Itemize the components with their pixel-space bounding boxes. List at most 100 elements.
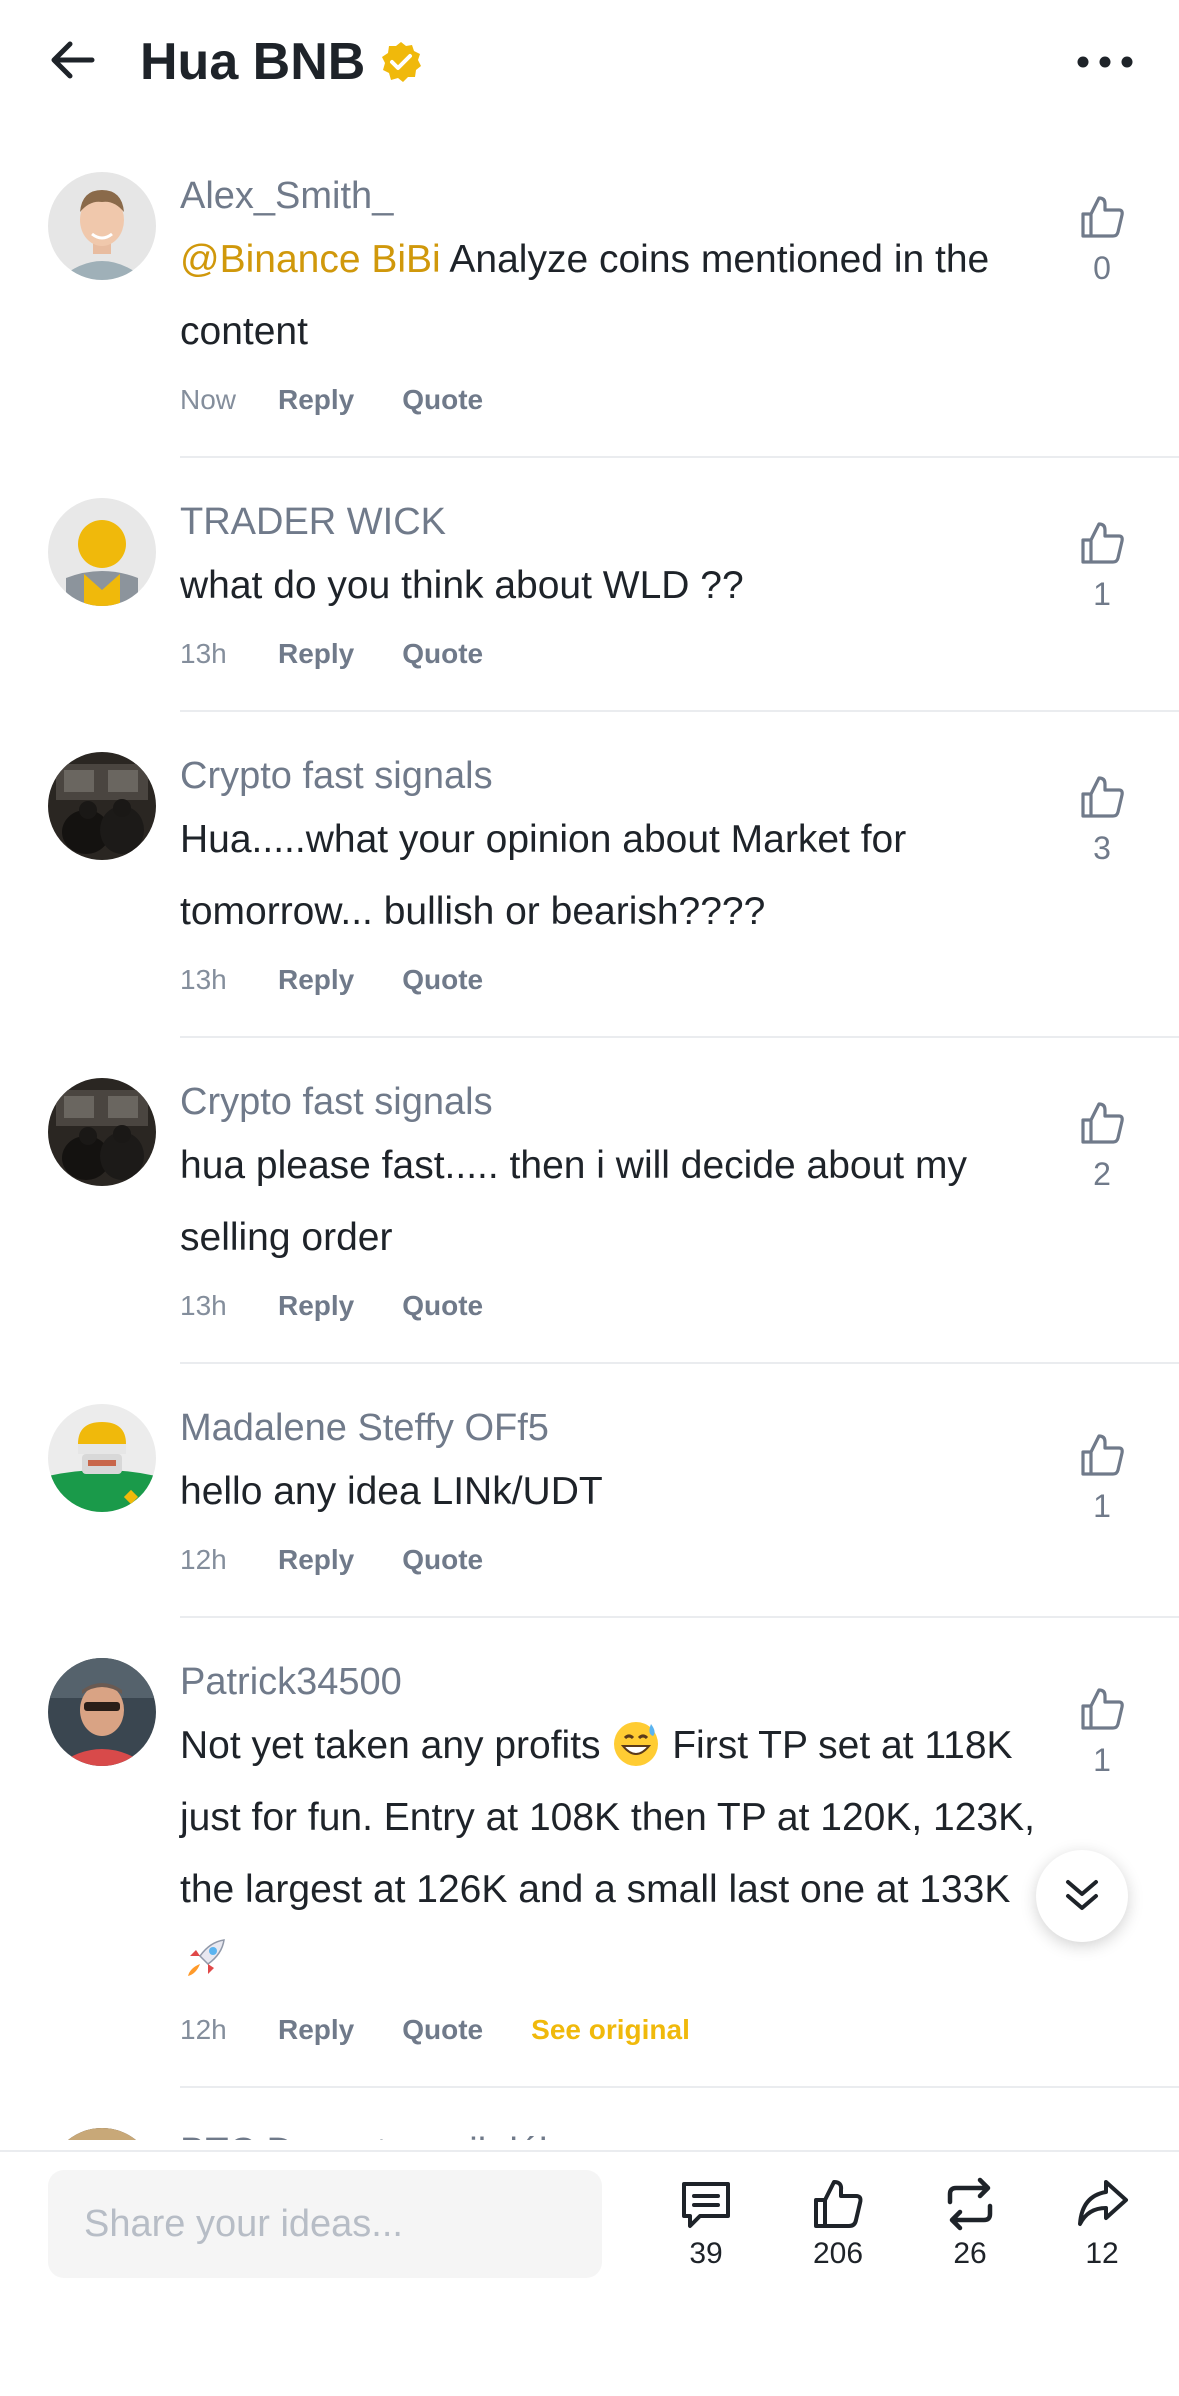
comment-text: @Binance BiBi Analyze coins mentioned in… (180, 224, 1060, 368)
share-button[interactable]: 12 (1052, 2176, 1152, 2272)
likes-count: 206 (812, 2237, 864, 2270)
repost-icon (947, 2177, 993, 2231)
comment-meta: 13h Reply Quote (180, 1278, 1060, 1334)
comment-meta: 13h Reply Quote (180, 952, 1060, 1008)
see-original-link[interactable]: See original (531, 2014, 690, 2046)
comment-body: TRADER WICK what do you think about WLD … (180, 458, 1060, 682)
comment-text: Not yet taken any profits First TP set a… (180, 1710, 1060, 1998)
avatar[interactable] (48, 1078, 156, 1186)
comment-like-count: 1 (1093, 576, 1111, 612)
comments-count: 39 (689, 2237, 723, 2270)
comment-item: Crypto fast signals Hua.....what your op… (0, 712, 1179, 1038)
comment-username[interactable]: Patrick34500 (180, 1646, 1060, 1706)
thumbs-up-icon (814, 2180, 863, 2228)
comments-button[interactable]: 39 (656, 2176, 756, 2272)
comment-text: hello any idea LINk/UDT (180, 1470, 603, 1513)
comment-like-button[interactable]: 3 (1060, 772, 1144, 868)
repost-button[interactable]: 26 (920, 2176, 1020, 2272)
comment-like-button[interactable]: 0 (1060, 192, 1144, 288)
comment-meta: 12h Reply Quote See original (180, 2002, 1060, 2058)
comment-like-count: 0 (1093, 250, 1111, 286)
comment-username[interactable]: TRADER WICK (180, 486, 1060, 546)
comment-text-content: Not yet taken any profits (180, 1724, 612, 1767)
comment-like-button[interactable]: 1 (1060, 1430, 1144, 1526)
back-button[interactable] (44, 30, 104, 90)
comment-body: BTC Duzentos mil dólar (180, 2088, 1060, 2140)
avatar[interactable] (48, 2128, 156, 2140)
comment-body: Patrick34500 Not yet taken any profits F… (180, 1618, 1060, 2058)
avatar[interactable] (48, 1404, 156, 1512)
comment-like-count: 2 (1093, 1156, 1111, 1192)
verified-badge-icon (382, 42, 421, 82)
comment-like-count: 3 (1093, 830, 1111, 866)
comment-item: Madalene Steffy OFf5 hello any idea LINk… (0, 1364, 1179, 1618)
scroll-to-bottom-button[interactable] (1036, 1850, 1128, 1942)
comment-item: Patrick34500 Not yet taken any profits F… (0, 1618, 1179, 2088)
comment-like-count: 1 (1093, 1742, 1111, 1778)
comment-time: 13h (180, 964, 227, 995)
comment-username[interactable]: BTC Duzentos mil dólar (180, 2116, 1060, 2140)
reply-button[interactable]: Reply (278, 964, 354, 996)
thumbs-up-outline-icon (1081, 522, 1124, 564)
quote-button[interactable]: Quote (402, 964, 483, 996)
comment-username[interactable]: Crypto fast signals (180, 1066, 1060, 1126)
quote-button[interactable]: Quote (402, 384, 483, 416)
comment-body: Crypto fast signals Hua.....what your op… (180, 712, 1060, 1008)
reply-button[interactable]: Reply (278, 1544, 354, 1576)
comment-username[interactable]: Madalene Steffy OFf5 (180, 1392, 1060, 1452)
avatar[interactable] (48, 1658, 156, 1766)
comment-time: Now (180, 384, 237, 415)
comment-item: BTC Duzentos mil dólar (0, 2088, 1179, 2140)
avatar[interactable] (48, 172, 156, 280)
comment-meta: Now Reply Quote (180, 372, 1060, 428)
comment-body: Alex_Smith_ @Binance BiBi Analyze coins … (180, 160, 1060, 428)
comment-body: Crypto fast signals hua please fast.....… (180, 1038, 1060, 1334)
comment-like-count: 1 (1093, 1488, 1111, 1524)
like-post-button[interactable]: 206 (788, 2176, 888, 2272)
comment-time: 12h (180, 2014, 227, 2045)
thumbs-up-outline-icon (1081, 1688, 1124, 1730)
mention-link[interactable]: @Binance BiBi (180, 238, 441, 281)
rocket-emoji-icon (188, 1939, 225, 1976)
comment-username[interactable]: Crypto fast signals (180, 740, 1060, 800)
thumbs-up-outline-icon (1081, 1102, 1124, 1144)
shares-count: 12 (1085, 2237, 1119, 2270)
comment-text: what do you think about WLD ?? (180, 564, 744, 607)
share-icon (1078, 2180, 1128, 2226)
thumbs-up-outline-icon (1081, 1434, 1124, 1476)
avatar[interactable] (48, 752, 156, 860)
reply-button[interactable]: Reply (278, 384, 354, 416)
quote-button[interactable]: Quote (402, 1544, 483, 1576)
comment-body: Madalene Steffy OFf5 hello any idea LINk… (180, 1364, 1060, 1588)
comment-like-button[interactable]: 2 (1060, 1098, 1144, 1194)
quote-button[interactable]: Quote (402, 1290, 483, 1322)
comment-text: Hua.....what your opinion about Market f… (180, 818, 907, 933)
quote-button[interactable]: Quote (402, 2014, 483, 2046)
top-bar: Hua BNB (0, 0, 1179, 130)
bottom-action-bar: 39 206 26 12 (0, 2150, 1179, 2396)
reply-button[interactable]: Reply (278, 638, 354, 670)
quote-button[interactable]: Quote (402, 638, 483, 670)
comment-like-button[interactable]: 1 (1060, 518, 1144, 614)
reply-button[interactable]: Reply (278, 2014, 354, 2046)
comment-time: 12h (180, 1544, 227, 1575)
more-options-button[interactable] (1070, 38, 1140, 88)
reposts-count: 26 (953, 2237, 987, 2270)
avatar[interactable] (48, 498, 156, 606)
comment-list[interactable]: Alex_Smith_ @Binance BiBi Analyze coins … (0, 160, 1179, 2140)
share-ideas-input[interactable] (48, 2170, 602, 2278)
double-chevron-down-icon (1066, 1880, 1098, 1910)
thumbs-up-outline-icon (1081, 196, 1124, 238)
comment-item: TRADER WICK what do you think about WLD … (0, 458, 1179, 712)
comment-username[interactable]: Alex_Smith_ (180, 160, 1060, 220)
thumbs-up-outline-icon (1081, 776, 1124, 818)
more-horizontal-icon (1077, 56, 1133, 68)
comment-meta: 13h Reply Quote (180, 626, 1060, 682)
comment-time: 13h (180, 1290, 227, 1321)
reply-button[interactable]: Reply (278, 1290, 354, 1322)
comment-icon (682, 2182, 730, 2228)
arrow-left-icon (51, 41, 95, 79)
comment-like-button[interactable]: 1 (1060, 1684, 1144, 1780)
comment-text: hua please fast..... then i will decide … (180, 1144, 967, 1259)
page-title: Hua BNB (140, 33, 366, 91)
